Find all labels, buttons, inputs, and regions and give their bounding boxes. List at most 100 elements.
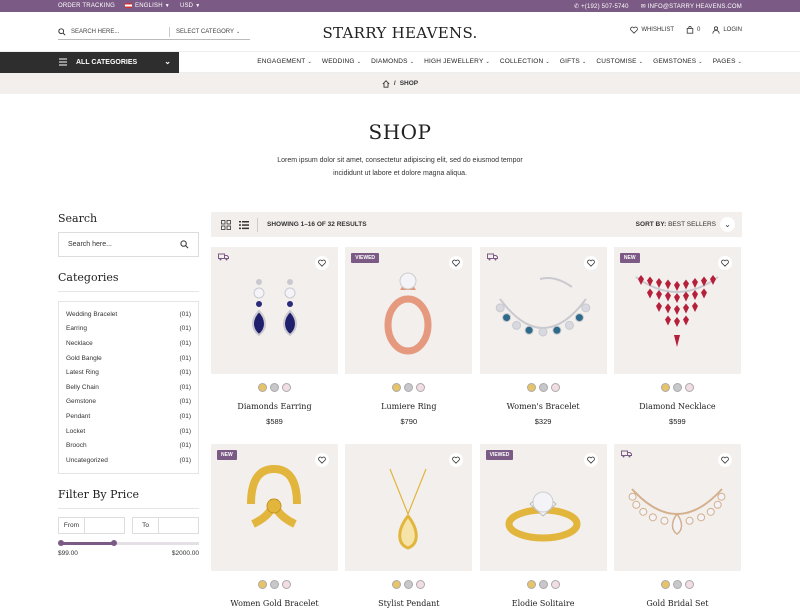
sidebar-search-input[interactable]: Search here... bbox=[58, 232, 199, 257]
main-nav: ALL CATEGORIES ⌄ ENGAGEMENT ⌄ WEDDING ⌄ DIAM… bbox=[0, 52, 800, 73]
product-name[interactable]: Lumiere Ring bbox=[345, 402, 472, 411]
product-name[interactable]: Women's Bracelet bbox=[480, 402, 607, 411]
wishlist-heart-button[interactable] bbox=[315, 256, 329, 270]
category-item[interactable]: Belly Chain (01) bbox=[66, 380, 191, 395]
silver-swatch[interactable] bbox=[672, 383, 682, 392]
wishlist-link[interactable]: WHISHLIST bbox=[630, 26, 674, 34]
product-image[interactable]: NEW bbox=[211, 444, 338, 571]
login-link[interactable]: LOGIN bbox=[712, 26, 742, 34]
price-to-field[interactable]: To bbox=[132, 516, 199, 534]
product-name[interactable]: Elodie Solitaire bbox=[480, 599, 607, 608]
email-link[interactable]: ✉ INFO@STARRY HEAVENS.COM bbox=[641, 3, 742, 10]
sort-dropdown-button[interactable]: ⌄ bbox=[720, 217, 735, 232]
product-image[interactable]: VIEWED bbox=[345, 247, 473, 374]
breadcrumb-current: SHOP bbox=[399, 80, 419, 87]
silver-swatch[interactable] bbox=[538, 580, 548, 589]
nav-item-pages[interactable]: PAGES ⌄ bbox=[713, 58, 742, 65]
product-image[interactable]: VIEWED bbox=[479, 444, 607, 571]
list-view-icon[interactable] bbox=[239, 220, 249, 230]
nav-item-wedding[interactable]: WEDDING ⌄ bbox=[322, 58, 361, 65]
nav-item-collection[interactable]: COLLECTION ⌄ bbox=[500, 58, 550, 65]
gold-swatch[interactable] bbox=[526, 580, 536, 589]
nav-item-diamonds[interactable]: DIAMONDS ⌄ bbox=[371, 58, 414, 65]
product-name[interactable]: Diamond Necklace bbox=[614, 402, 741, 411]
language-select[interactable]: ENGLISH ▼ bbox=[125, 3, 170, 9]
wishlist-heart-button[interactable] bbox=[583, 453, 598, 467]
category-item[interactable]: Latest Ring (01) bbox=[66, 365, 191, 380]
product-image[interactable]: NEW bbox=[613, 247, 741, 374]
category-count: (01) bbox=[179, 456, 191, 464]
category-count: (01) bbox=[179, 339, 191, 347]
product-card[interactable]: Women's Bracelet $329 bbox=[479, 247, 607, 426]
nav-item-high-jewellery[interactable]: HIGH JEWELLERY ⌄ bbox=[424, 58, 490, 65]
category-item[interactable]: Earring (01) bbox=[66, 322, 191, 337]
phone-link[interactable]: ✆ +(192) 507-5740 bbox=[574, 3, 629, 10]
product-card[interactable]: VIEWED Lumiere Ring $790 bbox=[345, 247, 473, 426]
category-item[interactable]: Uncategorized (01) bbox=[66, 453, 191, 468]
rose-swatch[interactable] bbox=[416, 383, 426, 392]
product-image[interactable] bbox=[345, 444, 473, 571]
product-name[interactable]: Women Gold Bracelet bbox=[211, 599, 338, 608]
category-item[interactable]: Gemstone (01) bbox=[66, 395, 191, 410]
product-name[interactable]: Stylist Pendant bbox=[345, 599, 472, 608]
rose-swatch[interactable] bbox=[684, 580, 694, 589]
rose-swatch[interactable] bbox=[550, 383, 560, 392]
product-card[interactable]: NEW Women Gold Bracelet bbox=[211, 444, 338, 614]
wishlist-heart-button[interactable] bbox=[315, 453, 329, 467]
wishlist-heart-button[interactable] bbox=[717, 256, 732, 270]
product-image[interactable] bbox=[479, 247, 607, 374]
product-card[interactable]: NEW Diamond Necklace $599 bbox=[613, 247, 741, 426]
gold-swatch[interactable] bbox=[526, 383, 536, 392]
gold-swatch[interactable] bbox=[660, 580, 670, 589]
silver-swatch[interactable] bbox=[538, 383, 548, 392]
currency-select[interactable]: USD ▼ bbox=[180, 3, 200, 9]
category-item[interactable]: Gold Bangle (01) bbox=[66, 351, 191, 366]
product-card[interactable]: Gold Bridal Set bbox=[613, 444, 741, 614]
home-icon[interactable] bbox=[382, 79, 390, 88]
rose-swatch[interactable] bbox=[416, 580, 426, 589]
cart-link[interactable]: 0 bbox=[686, 26, 700, 34]
product-card[interactable]: VIEWED Elodie Solitaire bbox=[479, 444, 607, 614]
category-item[interactable]: Wedding Bracelet (01) bbox=[66, 307, 191, 322]
sort-select[interactable]: SORT BY: BEST SELLERS bbox=[636, 221, 716, 228]
gold-swatch[interactable] bbox=[392, 580, 402, 589]
silver-swatch[interactable] bbox=[270, 383, 279, 392]
order-tracking-link[interactable]: ORDER TRACKING bbox=[58, 3, 115, 9]
nav-item-gifts[interactable]: GIFTS ⌄ bbox=[560, 58, 587, 65]
product-image[interactable] bbox=[211, 247, 338, 374]
category-item[interactable]: Necklace (01) bbox=[66, 336, 191, 351]
silver-swatch[interactable] bbox=[404, 383, 414, 392]
rose-swatch[interactable] bbox=[550, 580, 560, 589]
grid-view-icon[interactable] bbox=[221, 219, 231, 230]
nav-item-gemstones[interactable]: GEMSTONES ⌄ bbox=[653, 58, 703, 65]
product-name[interactable]: Gold Bridal Set bbox=[614, 599, 741, 608]
menu-icon bbox=[59, 58, 67, 66]
gold-swatch[interactable] bbox=[258, 580, 267, 589]
product-card[interactable]: Diamonds Earring $589 bbox=[211, 247, 338, 426]
nav-item-engagement[interactable]: ENGAGEMENT ⌄ bbox=[257, 58, 312, 65]
search-icon[interactable] bbox=[180, 240, 189, 249]
gold-swatch[interactable] bbox=[660, 383, 670, 392]
price-slider-min-handle[interactable] bbox=[58, 539, 64, 546]
wishlist-heart-button[interactable] bbox=[717, 453, 732, 467]
silver-swatch[interactable] bbox=[672, 580, 682, 589]
nav-item-customise[interactable]: CUSTOMISE ⌄ bbox=[596, 58, 643, 65]
silver-swatch[interactable] bbox=[404, 580, 414, 589]
price-slider[interactable] bbox=[58, 539, 199, 546]
silver-swatch[interactable] bbox=[270, 580, 279, 589]
product-image[interactable] bbox=[613, 444, 741, 571]
category-item[interactable]: Brooch (01) bbox=[66, 438, 191, 453]
rose-swatch[interactable] bbox=[282, 383, 291, 392]
rose-swatch[interactable] bbox=[282, 580, 291, 589]
price-slider-max-handle[interactable] bbox=[111, 539, 118, 546]
gold-swatch[interactable] bbox=[392, 383, 402, 392]
all-categories-button[interactable]: ALL CATEGORIES ⌄ bbox=[0, 52, 179, 73]
product-card[interactable]: Stylist Pendant bbox=[345, 444, 473, 614]
category-item[interactable]: Locket (01) bbox=[66, 424, 191, 439]
gold-swatch[interactable] bbox=[258, 383, 267, 392]
wishlist-heart-button[interactable] bbox=[583, 256, 598, 270]
rose-swatch[interactable] bbox=[684, 383, 694, 392]
price-from-field[interactable]: From bbox=[58, 516, 125, 534]
category-item[interactable]: Pendant (01) bbox=[66, 409, 191, 424]
product-name[interactable]: Diamonds Earring bbox=[211, 402, 338, 411]
